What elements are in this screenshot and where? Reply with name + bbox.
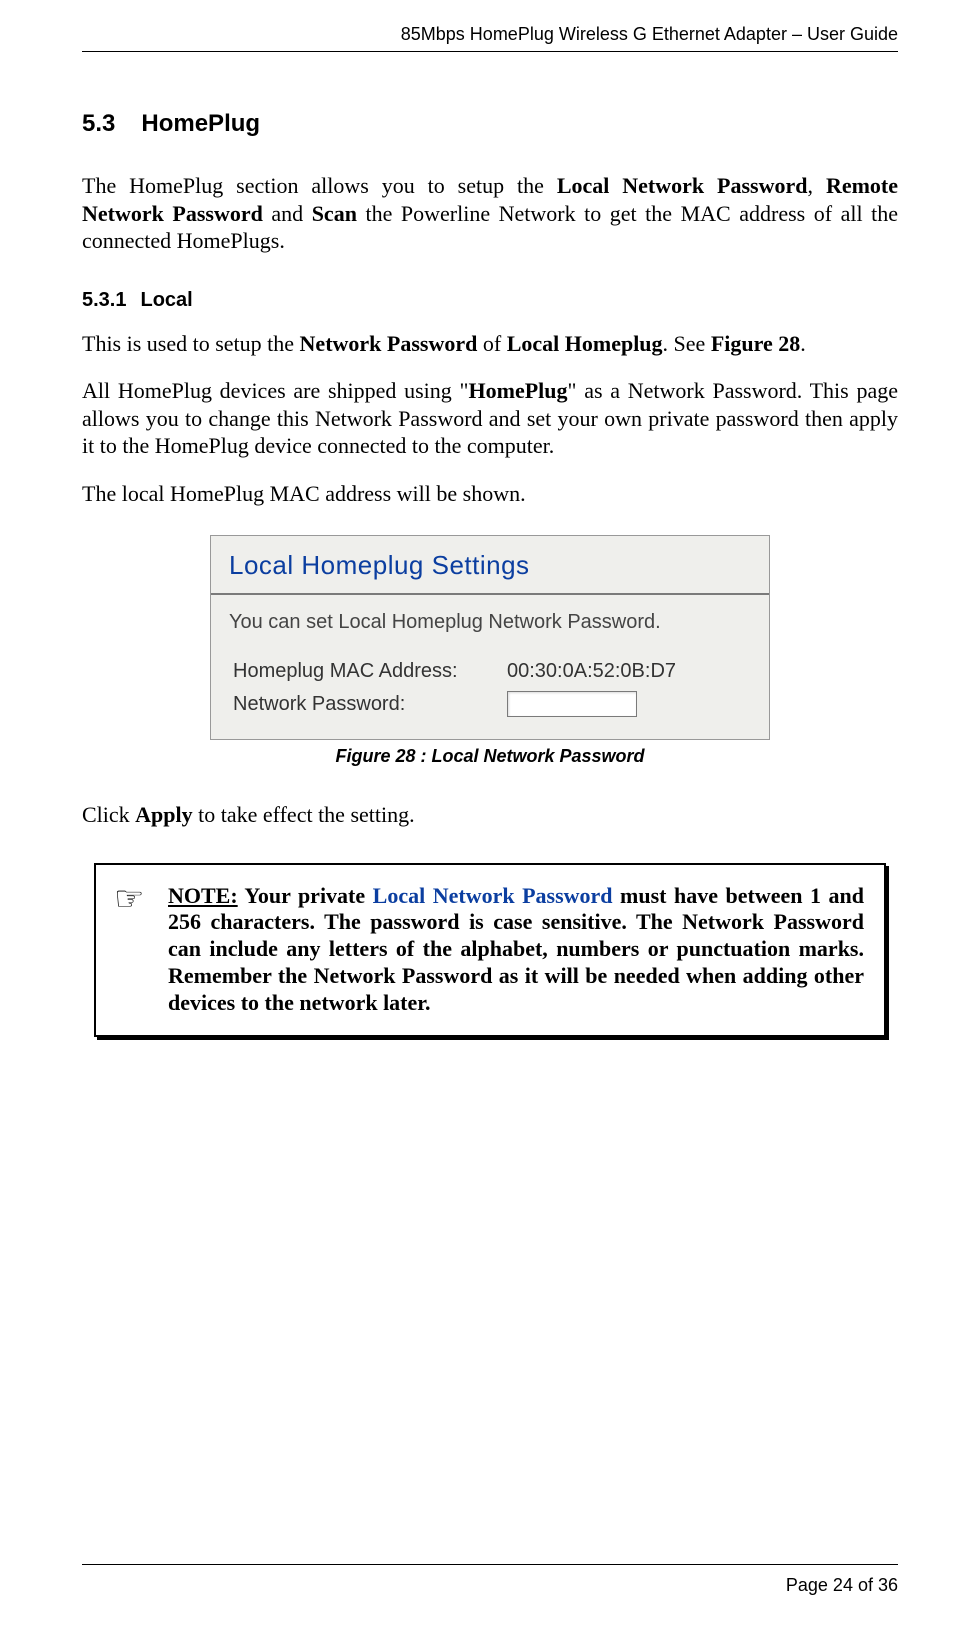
text: . See [663,331,711,356]
subsection-title: Local [140,289,192,312]
text: of [477,331,506,356]
body-paragraph: The local HomePlug MAC address will be s… [82,480,898,508]
header-divider [82,51,898,52]
page-number: Page 24 of 36 [82,1575,898,1596]
text: All HomePlug devices are shipped using " [82,378,469,403]
section-title: HomePlug [141,110,260,138]
subsection-number: 5.3.1 [82,289,126,312]
figure-caption: Figure 28 : Local Network Password [335,746,644,767]
mac-address-row: Homeplug MAC Address: 00:30:0A:52:0B:D7 [211,656,769,687]
text: Your private [238,883,373,908]
panel-divider [211,593,769,595]
figure: Local Homeplug Settings You can set Loca… [82,535,898,767]
mac-address-label: Homeplug MAC Address: [225,660,507,683]
note-label: NOTE: [168,883,238,908]
mac-address-value: 00:30:0A:52:0B:D7 [507,660,755,683]
text: . [800,331,806,356]
section-heading: 5.3 HomePlug [82,110,898,138]
network-password-value [507,691,755,717]
text: and [263,201,312,226]
note-box: ☞ NOTE: Your private Local Network Passw… [94,863,886,1037]
panel-description: You can set Local Homeplug Network Passw… [211,611,769,656]
text: to take effect the setting. [193,802,415,827]
bold-text: Local Homeplug [507,331,663,356]
pointing-hand-icon: ☞ [114,883,162,917]
text: Click [82,802,135,827]
network-password-label: Network Password: [225,693,507,716]
intro-paragraph: The HomePlug section allows you to setup… [82,172,898,255]
subsection-heading: 5.3.1 Local [82,289,898,312]
page-header: 85Mbps HomePlug Wireless G Ethernet Adap… [82,24,898,45]
footer-divider [82,1564,898,1565]
text: , [808,173,826,198]
bold-text: Apply [135,802,192,827]
note-text: NOTE: Your private Local Network Passwor… [168,883,864,1017]
bold-text: HomePlug [469,378,568,403]
section-number: 5.3 [82,110,115,138]
screenshot-panel: Local Homeplug Settings You can set Loca… [210,535,770,740]
network-password-input[interactable] [507,691,637,717]
bold-text: Scan [312,201,357,226]
network-password-row: Network Password: [211,687,769,721]
body-paragraph: This is used to setup the Network Passwo… [82,330,898,358]
body-paragraph: All HomePlug devices are shipped using "… [82,377,898,460]
body-paragraph: Click Apply to take effect the setting. [82,801,898,829]
bold-text: Local Network Password [557,173,808,198]
text: This is used to setup the [82,331,300,356]
page-footer: Page 24 of 36 [82,1564,898,1596]
bold-text: Network Password [300,331,478,356]
note-highlight: Local Network Password [373,883,613,908]
panel-title: Local Homeplug Settings [211,536,769,585]
text: The HomePlug section allows you to setup… [82,173,557,198]
bold-text: Figure 28 [711,331,800,356]
